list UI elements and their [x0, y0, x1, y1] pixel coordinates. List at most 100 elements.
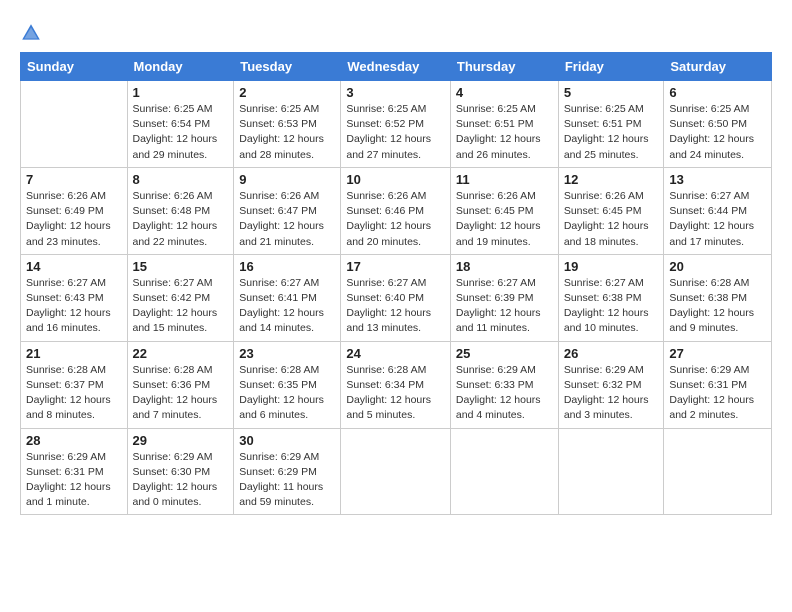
- calendar-cell: 2 Sunrise: 6:25 AM Sunset: 6:53 PM Daylig…: [234, 81, 341, 168]
- day-info: Sunrise: 6:28 AM Sunset: 6:38 PM Dayligh…: [669, 276, 766, 337]
- calendar-cell: 24 Sunrise: 6:28 AM Sunset: 6:34 PM Dayli…: [341, 341, 451, 428]
- day-info: Sunrise: 6:29 AM Sunset: 6:30 PM Dayligh…: [133, 450, 229, 511]
- day-number: 18: [456, 259, 553, 274]
- day-info: Sunrise: 6:25 AM Sunset: 6:51 PM Dayligh…: [456, 102, 553, 163]
- day-info: Sunrise: 6:28 AM Sunset: 6:37 PM Dayligh…: [26, 363, 122, 424]
- day-info: Sunrise: 6:27 AM Sunset: 6:43 PM Dayligh…: [26, 276, 122, 337]
- day-number: 17: [346, 259, 445, 274]
- day-number: 22: [133, 346, 229, 361]
- day-number: 3: [346, 85, 445, 100]
- day-info: Sunrise: 6:26 AM Sunset: 6:46 PM Dayligh…: [346, 189, 445, 250]
- calendar-cell: 23 Sunrise: 6:28 AM Sunset: 6:35 PM Dayli…: [234, 341, 341, 428]
- calendar-cell: 7 Sunrise: 6:26 AM Sunset: 6:49 PM Daylig…: [21, 167, 128, 254]
- day-number: 19: [564, 259, 659, 274]
- day-info: Sunrise: 6:25 AM Sunset: 6:50 PM Dayligh…: [669, 102, 766, 163]
- week-row-1: 1Sunrise: 6:25 AM Sunset: 6:54 PM Daylig…: [21, 81, 772, 168]
- calendar-cell: 21 Sunrise: 6:28 AM Sunset: 6:37 PM Dayli…: [21, 341, 128, 428]
- day-info: Sunrise: 6:29 AM Sunset: 6:31 PM Dayligh…: [669, 363, 766, 424]
- week-row-3: 14 Sunrise: 6:27 AM Sunset: 6:43 PM Dayli…: [21, 254, 772, 341]
- page: SundayMondayTuesdayWednesdayThursdayFrid…: [0, 0, 792, 612]
- day-number: 12: [564, 172, 659, 187]
- calendar-cell: [558, 428, 664, 515]
- day-number: 15: [133, 259, 229, 274]
- calendar-cell: 5Sunrise: 6:25 AM Sunset: 6:51 PM Daylig…: [558, 81, 664, 168]
- column-header-saturday: Saturday: [664, 53, 772, 81]
- calendar-cell: 6Sunrise: 6:25 AM Sunset: 6:50 PM Daylig…: [664, 81, 772, 168]
- day-number: 28: [26, 433, 122, 448]
- day-info: Sunrise: 6:26 AM Sunset: 6:48 PM Dayligh…: [133, 189, 229, 250]
- day-number: 29: [133, 433, 229, 448]
- day-info: Sunrise: 6:27 AM Sunset: 6:38 PM Dayligh…: [564, 276, 659, 337]
- calendar-cell: 19 Sunrise: 6:27 AM Sunset: 6:38 PM Dayli…: [558, 254, 664, 341]
- day-info: Sunrise: 6:29 AM Sunset: 6:32 PM Dayligh…: [564, 363, 659, 424]
- day-number: 14: [26, 259, 122, 274]
- week-row-2: 7 Sunrise: 6:26 AM Sunset: 6:49 PM Daylig…: [21, 167, 772, 254]
- calendar-cell: 3 Sunrise: 6:25 AM Sunset: 6:52 PM Daylig…: [341, 81, 451, 168]
- column-header-tuesday: Tuesday: [234, 53, 341, 81]
- calendar-cell: 17 Sunrise: 6:27 AM Sunset: 6:40 PM Dayli…: [341, 254, 451, 341]
- day-info: Sunrise: 6:27 AM Sunset: 6:44 PM Dayligh…: [669, 189, 766, 250]
- day-number: 23: [239, 346, 335, 361]
- day-number: 24: [346, 346, 445, 361]
- day-number: 30: [239, 433, 335, 448]
- day-number: 7: [26, 172, 122, 187]
- day-number: 9: [239, 172, 335, 187]
- day-info: Sunrise: 6:25 AM Sunset: 6:52 PM Dayligh…: [346, 102, 445, 163]
- day-info: Sunrise: 6:27 AM Sunset: 6:39 PM Dayligh…: [456, 276, 553, 337]
- calendar-cell: 10 Sunrise: 6:26 AM Sunset: 6:46 PM Dayli…: [341, 167, 451, 254]
- calendar-cell: 8 Sunrise: 6:26 AM Sunset: 6:48 PM Daylig…: [127, 167, 234, 254]
- calendar-cell: 9 Sunrise: 6:26 AM Sunset: 6:47 PM Daylig…: [234, 167, 341, 254]
- day-info: Sunrise: 6:25 AM Sunset: 6:53 PM Dayligh…: [239, 102, 335, 163]
- calendar-cell: [664, 428, 772, 515]
- calendar-cell: 22 Sunrise: 6:28 AM Sunset: 6:36 PM Dayli…: [127, 341, 234, 428]
- calendar-header-row: SundayMondayTuesdayWednesdayThursdayFrid…: [21, 53, 772, 81]
- day-number: 11: [456, 172, 553, 187]
- calendar-cell: 18 Sunrise: 6:27 AM Sunset: 6:39 PM Dayli…: [450, 254, 558, 341]
- day-info: Sunrise: 6:27 AM Sunset: 6:40 PM Dayligh…: [346, 276, 445, 337]
- day-info: Sunrise: 6:27 AM Sunset: 6:41 PM Dayligh…: [239, 276, 335, 337]
- day-number: 21: [26, 346, 122, 361]
- calendar-cell: 4 Sunrise: 6:25 AM Sunset: 6:51 PM Daylig…: [450, 81, 558, 168]
- day-info: Sunrise: 6:29 AM Sunset: 6:31 PM Dayligh…: [26, 450, 122, 511]
- day-info: Sunrise: 6:28 AM Sunset: 6:34 PM Dayligh…: [346, 363, 445, 424]
- day-info: Sunrise: 6:25 AM Sunset: 6:54 PM Dayligh…: [133, 102, 229, 163]
- calendar-cell: 14 Sunrise: 6:27 AM Sunset: 6:43 PM Dayli…: [21, 254, 128, 341]
- calendar-cell: 28 Sunrise: 6:29 AM Sunset: 6:31 PM Dayli…: [21, 428, 128, 515]
- logo: [20, 20, 46, 44]
- logo-icon: [20, 22, 42, 44]
- day-number: 26: [564, 346, 659, 361]
- calendar-cell: [341, 428, 451, 515]
- calendar-cell: 12 Sunrise: 6:26 AM Sunset: 6:45 PM Dayli…: [558, 167, 664, 254]
- day-number: 4: [456, 85, 553, 100]
- column-header-sunday: Sunday: [21, 53, 128, 81]
- day-info: Sunrise: 6:26 AM Sunset: 6:45 PM Dayligh…: [564, 189, 659, 250]
- day-info: Sunrise: 6:26 AM Sunset: 6:49 PM Dayligh…: [26, 189, 122, 250]
- day-number: 20: [669, 259, 766, 274]
- calendar-cell: 20 Sunrise: 6:28 AM Sunset: 6:38 PM Dayli…: [664, 254, 772, 341]
- day-number: 8: [133, 172, 229, 187]
- day-info: Sunrise: 6:26 AM Sunset: 6:47 PM Dayligh…: [239, 189, 335, 250]
- column-header-thursday: Thursday: [450, 53, 558, 81]
- calendar-cell: 29 Sunrise: 6:29 AM Sunset: 6:30 PM Dayli…: [127, 428, 234, 515]
- week-row-5: 28 Sunrise: 6:29 AM Sunset: 6:31 PM Dayli…: [21, 428, 772, 515]
- day-number: 25: [456, 346, 553, 361]
- calendar-cell: 30 Sunrise: 6:29 AM Sunset: 6:29 PM Dayli…: [234, 428, 341, 515]
- day-number: 27: [669, 346, 766, 361]
- day-info: Sunrise: 6:28 AM Sunset: 6:36 PM Dayligh…: [133, 363, 229, 424]
- calendar-cell: 15 Sunrise: 6:27 AM Sunset: 6:42 PM Dayli…: [127, 254, 234, 341]
- day-info: Sunrise: 6:29 AM Sunset: 6:33 PM Dayligh…: [456, 363, 553, 424]
- day-number: 16: [239, 259, 335, 274]
- day-info: Sunrise: 6:26 AM Sunset: 6:45 PM Dayligh…: [456, 189, 553, 250]
- day-info: Sunrise: 6:25 AM Sunset: 6:51 PM Dayligh…: [564, 102, 659, 163]
- calendar-cell: [21, 81, 128, 168]
- day-info: Sunrise: 6:29 AM Sunset: 6:29 PM Dayligh…: [239, 450, 335, 511]
- column-header-monday: Monday: [127, 53, 234, 81]
- day-info: Sunrise: 6:27 AM Sunset: 6:42 PM Dayligh…: [133, 276, 229, 337]
- day-number: 10: [346, 172, 445, 187]
- column-header-wednesday: Wednesday: [341, 53, 451, 81]
- day-number: 2: [239, 85, 335, 100]
- day-info: Sunrise: 6:28 AM Sunset: 6:35 PM Dayligh…: [239, 363, 335, 424]
- column-header-friday: Friday: [558, 53, 664, 81]
- week-row-4: 21 Sunrise: 6:28 AM Sunset: 6:37 PM Dayli…: [21, 341, 772, 428]
- calendar-cell: 13Sunrise: 6:27 AM Sunset: 6:44 PM Dayli…: [664, 167, 772, 254]
